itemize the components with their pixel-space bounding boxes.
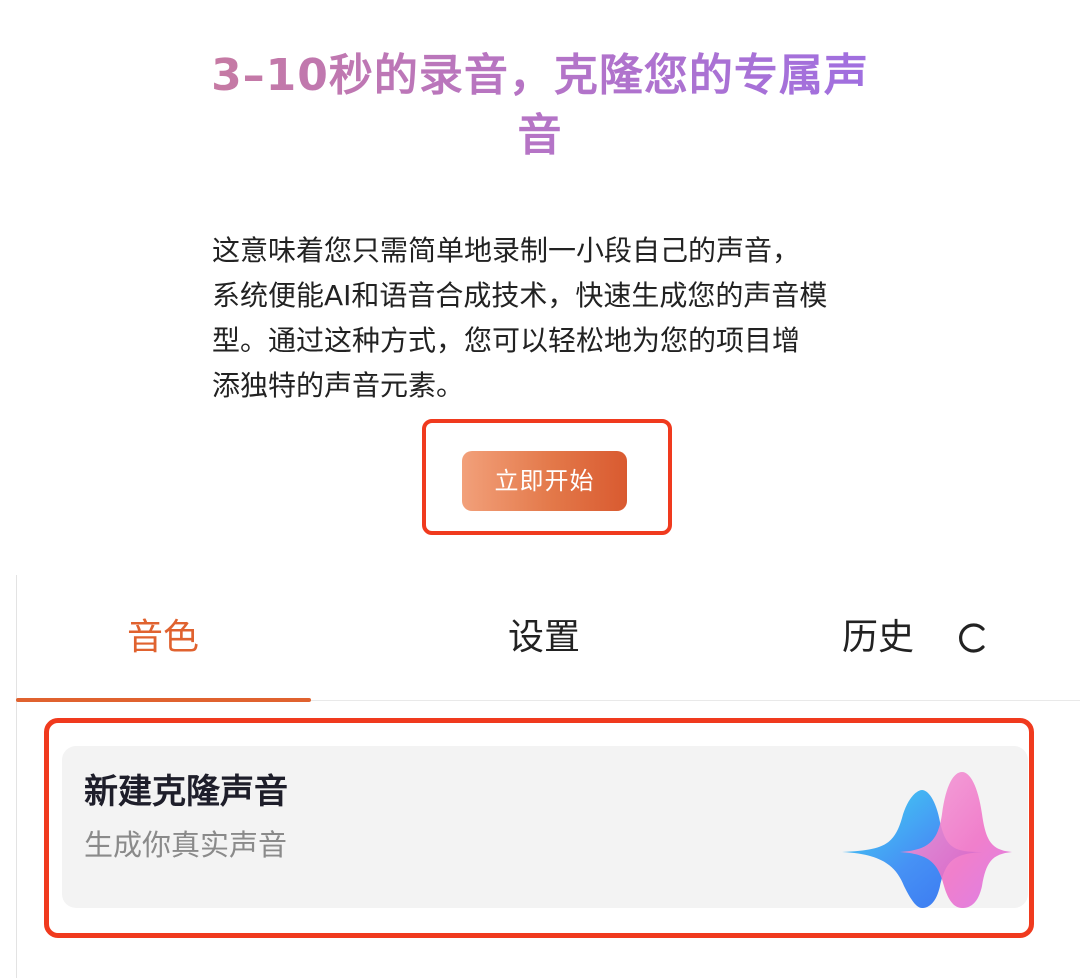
hero-title: 3–10秒的录音，克隆您的专属声音 xyxy=(210,46,870,166)
hero-description-line: 系统便能AI和语音合成技术，快速生成您的声音模 xyxy=(212,279,828,312)
hero-description-line: 型。通过这种方式，您可以轻松地为您的项目增 xyxy=(212,324,801,357)
hero-description: 这意味着您只需简单地录制一小段自己的声音， 系统便能AI和语音合成技术，快速生成… xyxy=(212,228,892,408)
card-title: 新建克隆声音 xyxy=(84,772,288,812)
new-clone-voice-card[interactable]: 新建克隆声音 生成你真实声音 xyxy=(62,746,1028,908)
voice-clone-page: 3–10秒的录音，克隆您的专属声音 这意味着您只需简单地录制一小段自己的声音， … xyxy=(0,0,1080,978)
tab-settings[interactable]: 设置 xyxy=(508,612,580,664)
start-now-button[interactable]: 立即开始 xyxy=(462,451,627,511)
sound-wave-icon xyxy=(842,772,1012,908)
refresh-icon[interactable] xyxy=(952,617,994,659)
tab-history[interactable]: 历史 xyxy=(842,612,914,664)
card-subtitle: 生成你真实声音 xyxy=(84,828,288,862)
hero-description-line: 添独特的声音元素。 xyxy=(212,369,465,402)
active-tab-indicator xyxy=(16,698,311,702)
panel-divider xyxy=(16,575,17,978)
hero-description-line: 这意味着您只需简单地录制一小段自己的声音， xyxy=(212,234,801,267)
tab-voice[interactable]: 音色 xyxy=(127,612,199,664)
